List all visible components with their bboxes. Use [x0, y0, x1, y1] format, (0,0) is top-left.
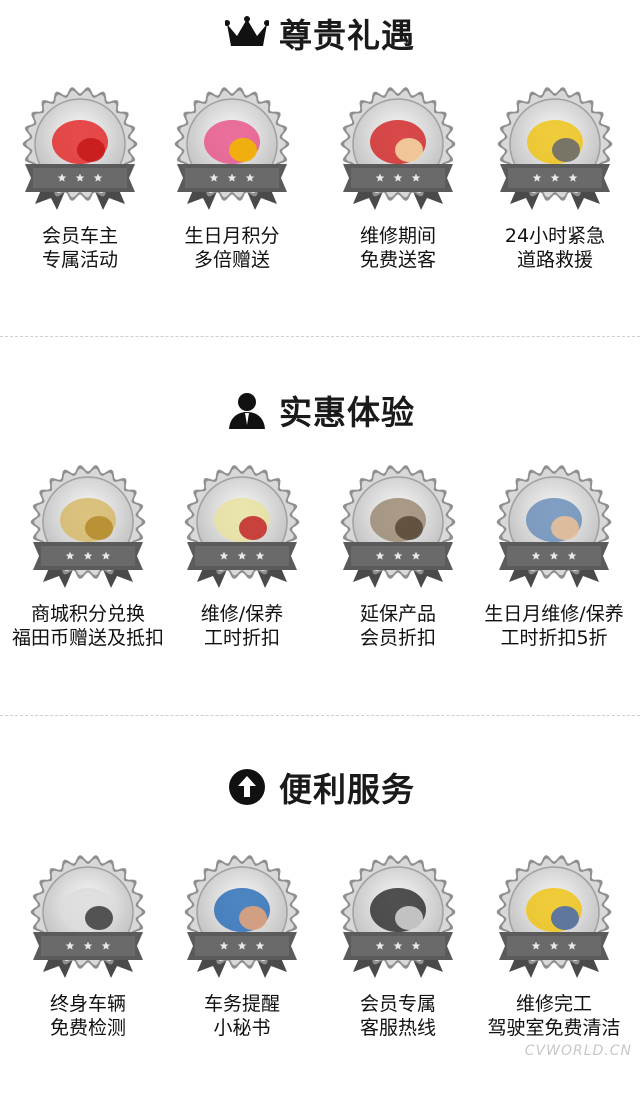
benefit-item[interactable]: 终身车辆 免费检测	[8, 852, 168, 1102]
item-label-line1: 车务提醒	[203, 993, 280, 1015]
section-title: 尊贵礼遇	[279, 16, 415, 55]
item-label-line2: 小秘书	[213, 1017, 271, 1039]
item-label-line1: 延保产品	[359, 603, 436, 625]
person-icon	[225, 390, 269, 430]
magnifier-icon	[30, 855, 146, 978]
item-label-line2: 道路救援	[516, 249, 593, 271]
benefit-item[interactable]: 生日月维修/保养 工时折扣5折	[474, 462, 634, 712]
item-label-line2: 免费送客	[359, 249, 436, 271]
benefit-item[interactable]: 会员车主 专属活动	[0, 84, 160, 334]
benefit-row-3: 终身车辆 免费检测 车务提醒 小秘书 会员专属 客服热线 维修完工 驾驶室免费清洁	[0, 852, 640, 1102]
section-heading-3: 便利服务	[0, 762, 640, 812]
item-label-line2: 会员折扣	[359, 627, 436, 649]
secretary-icon	[184, 855, 300, 978]
item-label-line1: 生日月积分	[184, 225, 280, 247]
item-label-line2: 多倍赠送	[193, 249, 270, 271]
benefit-item[interactable]: 商城积分兑换 福田币赠送及抵扣	[8, 462, 168, 712]
cleaning-kit-icon	[496, 855, 612, 978]
item-label-line2: 专属活动	[41, 249, 118, 271]
birthday-balloons-icon	[174, 87, 290, 210]
item-label-line2: 工时折扣5折	[500, 627, 608, 649]
item-label-line1: 会员车主	[41, 225, 118, 247]
item-label-line2: 客服热线	[359, 1017, 436, 1039]
gear-tools-icon	[184, 465, 300, 588]
benefit-item[interactable]: 维修/保养 工时折扣	[162, 462, 322, 712]
car-driver-icon	[340, 87, 456, 210]
crown-icon	[225, 13, 269, 53]
section-heading-1: 尊贵礼遇	[0, 8, 640, 58]
clock-icon	[340, 465, 456, 588]
birthday-card-icon	[496, 465, 612, 588]
item-label-line1: 会员专属	[359, 993, 436, 1015]
item-label-line1: 24小时紧急	[504, 225, 606, 247]
benefit-row-1: 会员车主 专属活动 生日月积分 多倍赠送 维修期间 免费送客 24小时紧急 道路救援	[0, 84, 640, 334]
item-label-line1: 商城积分兑换	[30, 603, 145, 625]
benefit-item[interactable]: 维修期间 免费送客	[318, 84, 478, 334]
benefit-item[interactable]: 会员专属 客服热线	[318, 852, 478, 1102]
benefit-row-2: 商城积分兑换 福田币赠送及抵扣 维修/保养 工时折扣 延保产品 会员折扣 生日月维修/…	[0, 462, 640, 712]
item-label-line2: 工时折扣	[203, 627, 280, 649]
benefit-item[interactable]: 车务提醒 小秘书	[162, 852, 322, 1102]
item-label-line1: 维修期间	[359, 225, 436, 247]
benefit-item[interactable]: 生日月积分 多倍赠送	[152, 84, 312, 334]
watermark-text: CVWORLD.CN	[524, 1043, 632, 1059]
section-divider	[0, 336, 640, 337]
benefit-item[interactable]: 24小时紧急 道路救援	[475, 84, 635, 334]
money-bag-icon	[30, 465, 146, 588]
section-divider	[0, 715, 640, 716]
item-label-line2: 免费检测	[49, 1017, 126, 1039]
item-label-line1: 终身车辆	[49, 993, 126, 1015]
section-heading-2: 实惠体验	[0, 385, 640, 435]
item-label-line1: 维修完工	[515, 993, 592, 1015]
telephone-icon	[340, 855, 456, 978]
item-label-line1: 生日月维修/保养	[484, 603, 624, 625]
item-label-line2: 福田币赠送及抵扣	[11, 627, 164, 649]
section-title: 便利服务	[279, 770, 415, 809]
benefit-item[interactable]: 维修完工 驾驶室免费清洁	[474, 852, 634, 1102]
member-shopping-icon	[22, 87, 138, 210]
upload-arrow-icon	[225, 767, 269, 807]
item-label-line1: 维修/保养	[200, 603, 284, 625]
item-label-line2: 驾驶室免费清洁	[487, 1017, 621, 1039]
mechanic-icon	[497, 87, 613, 210]
section-title: 实惠体验	[279, 393, 415, 432]
benefit-item[interactable]: 延保产品 会员折扣	[318, 462, 478, 712]
